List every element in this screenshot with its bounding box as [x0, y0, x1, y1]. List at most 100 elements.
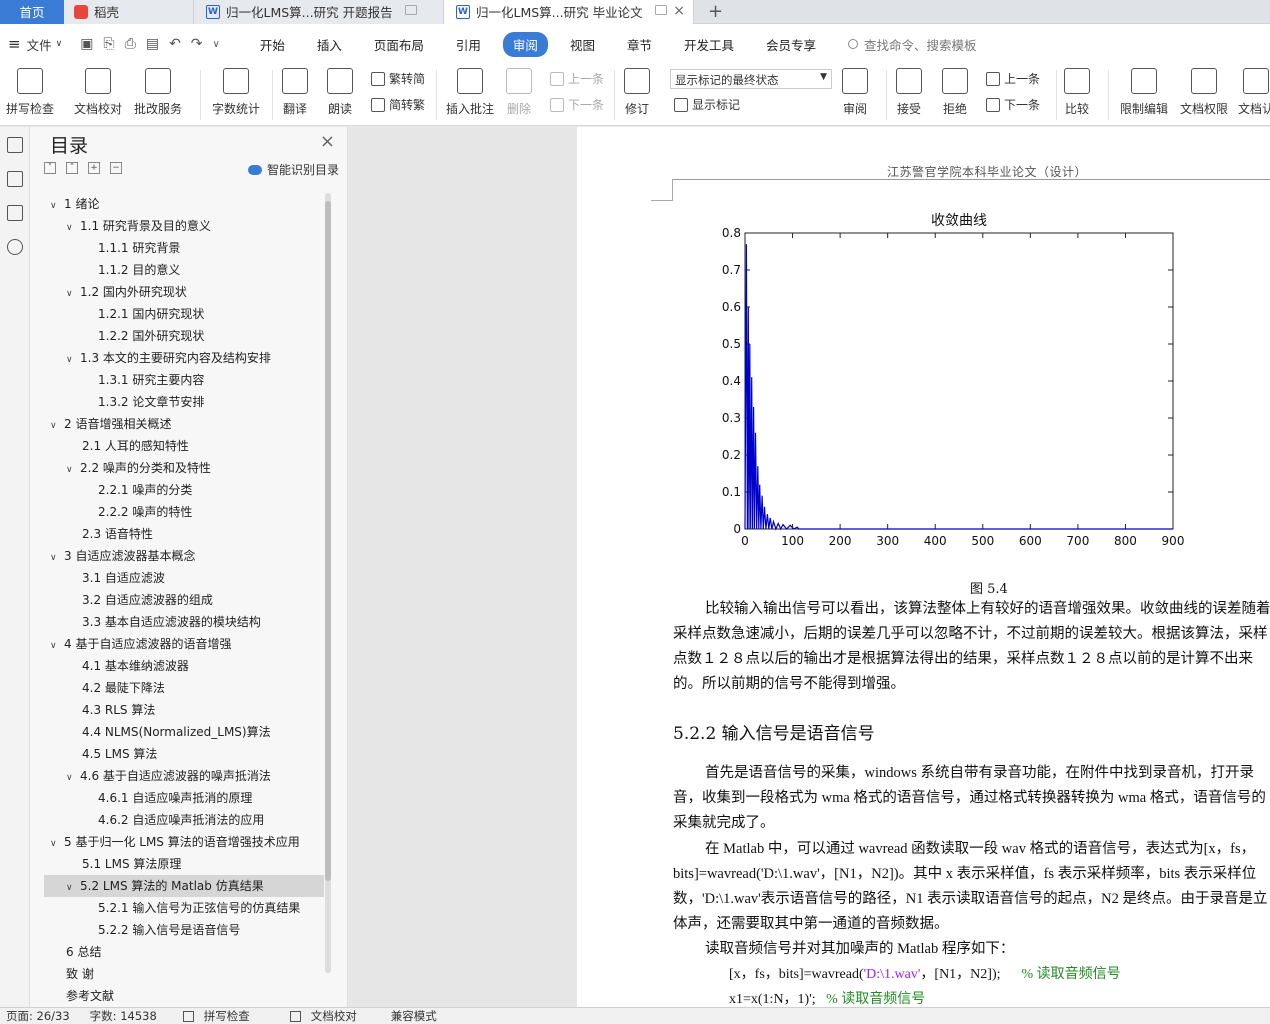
tab-daoke[interactable]: 稻壳 — [64, 0, 194, 24]
search-icon[interactable] — [6, 239, 23, 255]
insert-comment-button[interactable]: 插入批注 — [446, 68, 494, 117]
toc-item[interactable]: ∨ 5 基于归一化 LMS 算法的语音增强技术应用 — [44, 831, 324, 853]
undo-icon[interactable]: ↶ — [169, 36, 181, 52]
toc-item[interactable]: 1.2.1 国内研究现状 — [44, 303, 324, 325]
toc-item[interactable]: 1.3.1 研究主要内容 — [44, 369, 324, 391]
toc-item[interactable]: 4.4 NLMS(Normalized_LMS)算法 — [44, 721, 324, 743]
toc-nav-icon[interactable] — [6, 137, 23, 153]
toc-item[interactable]: 4.2 最陡下降法 — [44, 677, 324, 699]
tab-member[interactable]: 会员专享 — [756, 32, 826, 57]
expand-all-icon[interactable]: ˄ — [66, 162, 78, 174]
batch-service-button[interactable]: 批改服务 — [134, 68, 182, 117]
tab-view[interactable]: 视图 — [560, 32, 605, 57]
tab-proposal-doc[interactable]: W 归一化LMS算...研究 开题报告 — [194, 0, 444, 24]
chevron-down-icon[interactable]: ∨ — [66, 459, 80, 481]
show-markup-button[interactable]: 显示标记 — [674, 96, 740, 113]
toc-item[interactable]: 参考文献 — [44, 985, 324, 1007]
tab-screen-icon[interactable] — [405, 4, 417, 15]
tab-review[interactable]: 审阅 — [502, 31, 548, 57]
toc-item[interactable]: ∨ 2.2 噪声的分类和及特性 — [44, 457, 324, 479]
tab-developer[interactable]: 开发工具 — [674, 32, 744, 57]
tab-thesis-doc[interactable]: W 归一化LMS算...研究 毕业论文 × — [444, 0, 694, 24]
print-icon[interactable]: ⎙ — [125, 36, 136, 52]
toc-item[interactable]: ∨ 3 自适应滤波器基本概念 — [44, 545, 324, 567]
translate-button[interactable]: 翻译 — [282, 68, 308, 117]
toc-item[interactable]: 2.1 人耳的感知特性 — [44, 435, 324, 457]
chevron-down-icon[interactable]: ∨ — [50, 833, 64, 855]
simp-to-trad-button[interactable]: 简转繁 — [371, 96, 425, 113]
toc-scroll-thumb[interactable] — [325, 201, 331, 881]
toc-item[interactable]: 4.5 LMS 算法 — [44, 743, 324, 765]
word-count-button[interactable]: 字数统计 — [212, 68, 260, 117]
chevron-down-icon[interactable]: ∨ — [50, 635, 64, 657]
tab-chapter[interactable]: 章节 — [617, 32, 662, 57]
file-menu-button[interactable]: ≡ 文件 ∨ — [8, 35, 62, 54]
spell-check-button[interactable]: 拼写检查 — [6, 68, 54, 117]
tab-screen-icon[interactable] — [655, 4, 667, 15]
add-heading-icon[interactable]: + — [88, 162, 100, 174]
toc-item[interactable]: ∨ 1.3 本文的主要研究内容及结构安排 — [44, 347, 324, 369]
toc-item[interactable]: 1.1.1 研究背景 — [44, 237, 324, 259]
toc-item[interactable]: ∨ 5.2 LMS 算法的 Matlab 仿真结果 — [44, 875, 324, 897]
word-count-indicator[interactable]: 字数: 14538 — [90, 1008, 157, 1024]
chevron-down-icon[interactable]: ∨ — [66, 283, 80, 305]
tab-page-layout[interactable]: 页面布局 — [364, 32, 434, 57]
tab-references[interactable]: 引用 — [446, 32, 491, 57]
collapse-all-icon[interactable]: ˅ — [44, 162, 56, 174]
export-icon[interactable]: ⎘ — [103, 36, 114, 52]
page-indicator[interactable]: 页面: 26/33 — [6, 1008, 70, 1024]
status-spell-check[interactable]: 拼写检查 — [177, 1008, 264, 1024]
restrict-edit-button[interactable]: 限制编辑 — [1120, 68, 1168, 117]
next-change-button[interactable]: 下一条 — [986, 96, 1040, 113]
toc-item[interactable]: 2.3 语音特性 — [44, 523, 324, 545]
chevron-down-icon[interactable]: ∨ — [66, 349, 80, 371]
next-comment-button[interactable]: 下一条 — [550, 96, 604, 113]
compare-button[interactable]: 比较 — [1064, 68, 1090, 117]
doc-rights-button[interactable]: 文档权限 — [1180, 68, 1228, 117]
toc-item[interactable]: 1.2.2 国外研究现状 — [44, 325, 324, 347]
chevron-down-icon[interactable]: ∨ — [50, 415, 64, 437]
print-preview-icon[interactable]: ▤ — [146, 36, 159, 52]
chevron-down-icon[interactable]: ∨ — [66, 217, 80, 239]
toc-item[interactable]: 致 谢 — [44, 963, 324, 985]
toc-item[interactable]: 1.1.2 目的意义 — [44, 259, 324, 281]
prev-change-button[interactable]: 上一条 — [986, 70, 1040, 87]
tab-insert[interactable]: 插入 — [307, 32, 352, 57]
status-proofread[interactable]: 文档校对 — [284, 1008, 371, 1024]
doc-proofread-button[interactable]: 文档校对 — [74, 68, 122, 117]
prev-comment-button[interactable]: 上一条 — [550, 70, 604, 87]
document-canvas[interactable]: 江苏警官学院本科毕业论文（设计） 收敛曲线 0 100 200 300 400 500 600… — [349, 127, 1270, 1007]
toc-item[interactable]: 2.2.1 噪声的分类 — [44, 479, 324, 501]
toc-scrollbar[interactable] — [325, 193, 331, 973]
more-icon[interactable]: ∨ — [213, 39, 220, 50]
delete-comment-button[interactable]: 删除 — [506, 68, 532, 117]
command-search[interactable]: 查找命令、搜索模板 — [848, 35, 977, 54]
save-icon[interactable]: ▣ — [80, 36, 93, 52]
close-icon[interactable]: × — [320, 131, 335, 152]
toc-item[interactable]: ∨ 4 基于自适应滤波器的语音增强 — [44, 633, 324, 655]
track-changes-button[interactable]: 修订 — [624, 68, 650, 117]
new-tab-button[interactable]: + — [708, 1, 723, 22]
doc-cert-button[interactable]: 文档认 — [1238, 68, 1270, 117]
toc-item[interactable]: 4.6.1 自适应噪声抵消的原理 — [44, 787, 324, 809]
review-pane-button[interactable]: 审阅 — [842, 68, 868, 117]
toc-item[interactable]: 1.3.2 论文章节安排 — [44, 391, 324, 413]
trad-to-simp-button[interactable]: 繁转简 — [371, 70, 425, 87]
close-tab-icon[interactable]: × — [673, 3, 685, 19]
toc-item[interactable]: 5.2.2 输入信号是语音信号 — [44, 919, 324, 941]
toc-item[interactable]: 5.2.1 输入信号为正弦信号的仿真结果 — [44, 897, 324, 919]
document-page[interactable]: 江苏警官学院本科毕业论文（设计） 收敛曲线 0 100 200 300 400 500 600… — [577, 127, 1270, 1007]
toc-item[interactable]: ∨ 1.1 研究背景及目的意义 — [44, 215, 324, 237]
chevron-down-icon[interactable]: ∨ — [50, 547, 64, 569]
toc-item[interactable]: ∨ 1 绪论 — [44, 193, 324, 215]
toc-item[interactable]: 2.2.2 噪声的特性 — [44, 501, 324, 523]
reject-button[interactable]: 拒绝 — [942, 68, 968, 117]
tab-start[interactable]: 开始 — [250, 32, 295, 57]
toc-item[interactable]: 6 总结 — [44, 941, 324, 963]
smart-toc-button[interactable]: 智能识别目录 — [247, 161, 339, 178]
toc-item[interactable]: ∨ 1.2 国内外研究现状 — [44, 281, 324, 303]
toc-item[interactable]: ∨ 2 语音增强相关概述 — [44, 413, 324, 435]
redo-icon[interactable]: ↷ — [191, 36, 203, 52]
tab-home[interactable]: 首页 — [0, 0, 64, 24]
toc-item[interactable]: 4.3 RLS 算法 — [44, 699, 324, 721]
